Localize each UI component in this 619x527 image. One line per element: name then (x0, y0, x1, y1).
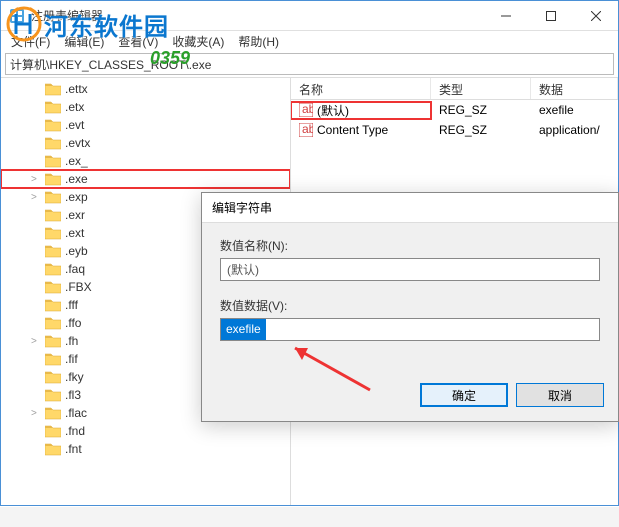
maximize-button[interactable] (528, 1, 573, 30)
list-row[interactable]: ab Content Type REG_SZapplication/ (291, 120, 618, 140)
cell-data: exefile (531, 103, 618, 117)
tree-item-label: .exe (65, 172, 88, 186)
value-name-input[interactable] (220, 258, 600, 281)
tree-item-fnd[interactable]: .fnd (1, 422, 290, 440)
expander-icon[interactable]: > (31, 408, 41, 419)
value-data-label: 数值数据(V): (220, 297, 600, 314)
value-data-input[interactable] (220, 318, 600, 341)
minimize-button[interactable] (483, 1, 528, 30)
menu-favorites[interactable]: 收藏夹(A) (166, 31, 230, 52)
menu-view[interactable]: 查看(V) (112, 31, 164, 52)
window-title: 注册表编辑器 (31, 7, 103, 24)
tree-item-label: .ex_ (65, 154, 88, 168)
dialog-title: 编辑字符串 (202, 193, 618, 223)
bottom-strip (0, 507, 619, 527)
tree-item-label: .fky (65, 370, 84, 384)
col-header-type[interactable]: 类型 (431, 78, 531, 99)
cell-type: REG_SZ (431, 103, 531, 117)
tree-item-label: .fh (65, 334, 78, 348)
expander-icon[interactable]: > (31, 174, 41, 185)
tree-item-fnt[interactable]: .fnt (1, 440, 290, 458)
tree-item-ettx[interactable]: .ettx (1, 80, 290, 98)
tree-item-label: .fif (65, 352, 78, 366)
expander-icon[interactable]: > (31, 336, 41, 347)
tree-item-evtx[interactable]: .evtx (1, 134, 290, 152)
tree-item-label: .ettx (65, 82, 88, 96)
expander-icon[interactable]: > (31, 192, 41, 203)
menubar: 文件(F) 编辑(E) 查看(V) 收藏夹(A) 帮助(H) (1, 31, 618, 51)
tree-item-label: .evtx (65, 136, 90, 150)
address-bar[interactable]: 计算机\HKEY_CLASSES_ROOT\.exe (5, 53, 614, 75)
address-text: 计算机\HKEY_CLASSES_ROOT\.exe (10, 56, 211, 73)
tree-item-etx[interactable]: .etx (1, 98, 290, 116)
tree-item-evt[interactable]: .evt (1, 116, 290, 134)
tree-item-label: .etx (65, 100, 84, 114)
cell-name: ab (默认) (291, 102, 431, 119)
tree-item-label: .evt (65, 118, 84, 132)
tree-item-label: .ffo (65, 316, 81, 330)
tree-item-label: .faq (65, 262, 85, 276)
tree-item-label: .fff (65, 298, 78, 312)
tree-item-label: .exp (65, 190, 88, 204)
col-header-name[interactable]: 名称 (291, 78, 431, 99)
tree-item-label: .eyb (65, 244, 88, 258)
value-name-label: 数值名称(N): (220, 237, 600, 254)
tree-item-ex_[interactable]: .ex_ (1, 152, 290, 170)
tree-item-label: .flac (65, 406, 87, 420)
ok-button[interactable]: 确定 (420, 383, 508, 407)
menu-edit[interactable]: 编辑(E) (58, 31, 110, 52)
value-name: Content Type (317, 123, 388, 137)
tree-item-label: .fl3 (65, 388, 81, 402)
tree-item-exe[interactable]: > .exe (1, 170, 290, 188)
cell-type: REG_SZ (431, 123, 531, 137)
titlebar: 注册表编辑器 (1, 1, 618, 31)
cancel-button[interactable]: 取消 (516, 383, 604, 407)
tree-item-label: .exr (65, 208, 85, 222)
tree-item-label: .fnd (65, 424, 85, 438)
cell-name: ab Content Type (291, 123, 431, 137)
list-header: 名称 类型 数据 (291, 78, 618, 100)
list-row[interactable]: ab (默认) REG_SZexefile (291, 100, 618, 120)
menu-help[interactable]: 帮助(H) (232, 31, 285, 52)
col-header-data[interactable]: 数据 (531, 78, 618, 99)
app-icon (9, 8, 25, 24)
tree-item-label: .FBX (65, 280, 92, 294)
cell-data: application/ (531, 123, 618, 137)
menu-file[interactable]: 文件(F) (5, 31, 56, 52)
edit-string-dialog: 编辑字符串 数值名称(N): 数值数据(V): exefile 确定 取消 (201, 192, 619, 422)
close-button[interactable] (573, 1, 618, 30)
tree-item-label: .fnt (65, 442, 82, 456)
value-name: (默认) (317, 102, 349, 119)
svg-text:ab: ab (302, 123, 313, 136)
svg-text:ab: ab (302, 103, 313, 116)
tree-item-label: .ext (65, 226, 84, 240)
